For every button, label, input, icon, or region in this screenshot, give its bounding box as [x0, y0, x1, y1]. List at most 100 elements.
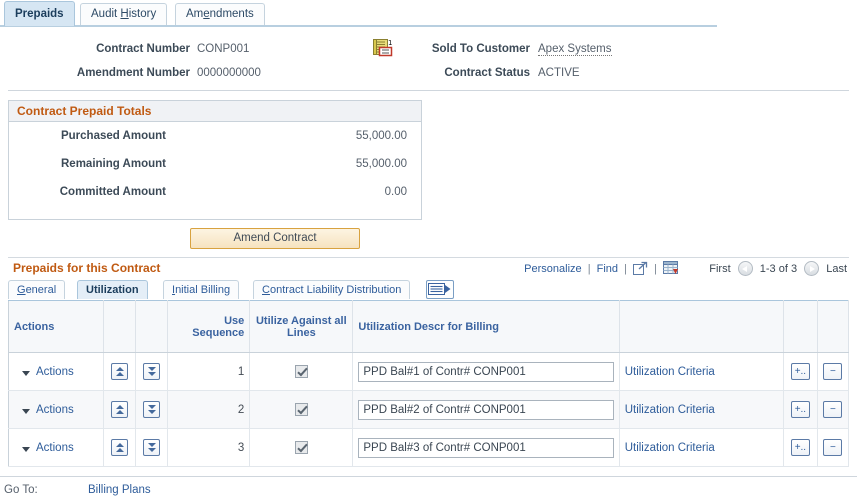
- col-move-up: [103, 300, 137, 353]
- toolbar-separator-3: |: [654, 263, 657, 275]
- row-actions-link[interactable]: Actions: [14, 366, 74, 378]
- cell-actions: Actions: [8, 390, 105, 429]
- cell-utilization-descr: [352, 428, 620, 467]
- tab-audit-history-accel: H: [120, 8, 129, 20]
- tab-prepaids-label: Prepaids: [15, 8, 64, 20]
- sold-to-customer-link[interactable]: Apex Systems: [538, 43, 612, 56]
- row-actions-link[interactable]: Actions: [14, 442, 74, 454]
- svg-text:1: 1: [388, 39, 392, 47]
- cell-add: +..: [783, 352, 818, 391]
- utilization-criteria-link[interactable]: Utilization Criteria: [625, 442, 715, 454]
- table-row: Actions 3 PPD Bal#3 of Contr# CONP001 Ut…: [8, 428, 850, 467]
- tab-audit-history[interactable]: Audit History: [80, 3, 168, 25]
- cell-criteria: Utilization Criteria: [619, 390, 784, 429]
- next-page-icon[interactable]: [804, 261, 820, 276]
- utilization-criteria-link[interactable]: Utilization Criteria: [625, 366, 715, 378]
- tab-prepaids[interactable]: Prepaids: [4, 1, 75, 26]
- goto-label: Go To:: [4, 484, 38, 496]
- previous-page-icon[interactable]: [737, 261, 753, 276]
- find-link[interactable]: Find: [597, 263, 618, 275]
- utilization-descr-input[interactable]: [358, 399, 614, 420]
- cell-move-down: [135, 428, 169, 467]
- new-window-icon[interactable]: [633, 261, 648, 276]
- purchased-amount-label: Purchased Amount: [60, 130, 166, 142]
- cell-delete: −: [817, 428, 850, 467]
- cell-move-down: [135, 352, 169, 391]
- utilization-descr-input[interactable]: [358, 437, 614, 458]
- row-actions-link[interactable]: Actions: [14, 404, 74, 416]
- personalize-link[interactable]: Personalize: [524, 263, 581, 275]
- add-row-button[interactable]: +..: [790, 401, 810, 418]
- grid-pagination: First 1-3 of 3 Last: [709, 261, 847, 276]
- cell-add: +..: [783, 390, 818, 429]
- col-use-sequence: Use Sequence: [167, 300, 251, 353]
- main-tab-strip: Prepaids Audit History Amendments: [0, 0, 857, 27]
- move-to-bottom-icon[interactable]: [143, 363, 161, 380]
- contract-status-label: Contract Status: [444, 67, 530, 79]
- contract-prepaid-totals-title: Contract Prepaid Totals: [9, 101, 421, 122]
- tab-general[interactable]: General: [8, 280, 66, 299]
- contract-status-value: ACTIVE: [538, 67, 580, 79]
- grid-toolbar: Personalize | Find | |: [524, 261, 679, 276]
- col-add: [783, 300, 818, 353]
- cell-criteria: Utilization Criteria: [619, 428, 784, 467]
- grid-title: Prepaids for this Contract: [13, 261, 161, 275]
- col-utilization-descr: Utilization Descr for Billing: [352, 300, 620, 353]
- remaining-amount-value: 55,000.00: [355, 158, 407, 170]
- remaining-amount-label: Remaining Amount: [61, 158, 166, 170]
- tab-utilization[interactable]: Utilization: [77, 280, 148, 299]
- cell-move-up: [103, 428, 137, 467]
- download-to-excel-icon[interactable]: [663, 261, 679, 276]
- delete-row-button[interactable]: −: [823, 439, 843, 456]
- last-link[interactable]: Last: [826, 263, 847, 275]
- move-to-top-icon[interactable]: [111, 363, 129, 380]
- table-row: Actions 2 PPD Bal#2 of Contr# CONP001 Ut…: [8, 390, 850, 429]
- sold-to-customer-label: Sold To Customer: [431, 43, 530, 55]
- move-to-top-icon[interactable]: [111, 401, 129, 418]
- move-to-bottom-icon[interactable]: [143, 439, 161, 456]
- tab-initial-billing[interactable]: Initial Billing: [163, 280, 240, 299]
- amendment-number-label: Amendment Number: [76, 67, 190, 79]
- tab-strip-underline: [0, 25, 717, 27]
- amendment-number-value: 0000000000: [197, 67, 261, 79]
- col-move-down: [135, 300, 169, 353]
- add-row-button[interactable]: +..: [790, 439, 810, 456]
- cell-actions: Actions: [8, 352, 105, 391]
- tab-amendments[interactable]: Amendments: [175, 3, 265, 25]
- amend-contract-button[interactable]: Amend Contract: [190, 228, 360, 249]
- col-criteria: [619, 300, 784, 353]
- contract-number-value: CONP001: [197, 43, 250, 55]
- grid-inner-tab-strip: General Utilization Initial Billing Cont…: [8, 280, 849, 300]
- billing-plans-link[interactable]: Billing Plans: [88, 484, 151, 496]
- tab-amendments-accel: e: [203, 8, 210, 20]
- move-to-bottom-icon[interactable]: [143, 401, 161, 418]
- show-all-columns-icon[interactable]: [426, 280, 454, 299]
- table-header-row: Actions Use Sequence Utilize Against all…: [8, 300, 850, 353]
- footer-divider: [0, 476, 857, 477]
- utilization-descr-input[interactable]: [358, 361, 614, 382]
- prepaids-table: Actions Use Sequence Utilize Against all…: [8, 300, 850, 467]
- utilize-all-lines-checkbox[interactable]: [294, 403, 308, 416]
- cell-criteria: Utilization Criteria: [619, 352, 784, 391]
- grid-title-bar: Prepaids for this Contract Personalize |…: [8, 258, 849, 280]
- utilize-all-lines-checkbox[interactable]: [294, 441, 308, 454]
- utilization-criteria-link[interactable]: Utilization Criteria: [625, 404, 715, 416]
- delete-row-button[interactable]: −: [823, 363, 843, 380]
- cell-utilization-descr: [352, 390, 620, 429]
- cell-delete: −: [817, 390, 850, 429]
- utilize-all-lines-checkbox[interactable]: [294, 365, 308, 378]
- purchased-amount-value: 55,000.00: [355, 130, 407, 142]
- first-link[interactable]: First: [709, 263, 730, 275]
- contract-notes-icon[interactable]: 1: [373, 39, 395, 59]
- contract-header: Contract Number CONP001 Amendment Number…: [0, 33, 857, 88]
- delete-row-button[interactable]: −: [823, 401, 843, 418]
- move-to-top-icon[interactable]: [111, 439, 129, 456]
- col-actions: Actions: [8, 300, 105, 353]
- totals-row-purchased: Purchased Amount 55,000.00: [9, 122, 421, 150]
- cell-utilization-descr: [352, 352, 620, 391]
- cell-use-sequence: 3: [167, 428, 251, 467]
- col-utilize-all-lines: Utilize Against all Lines: [249, 300, 354, 353]
- add-row-button[interactable]: +..: [790, 363, 810, 380]
- tab-contract-liability-distribution[interactable]: Contract Liability Distribution: [253, 280, 411, 299]
- contract-prepaid-totals-group: Contract Prepaid Totals Purchased Amount…: [8, 100, 422, 220]
